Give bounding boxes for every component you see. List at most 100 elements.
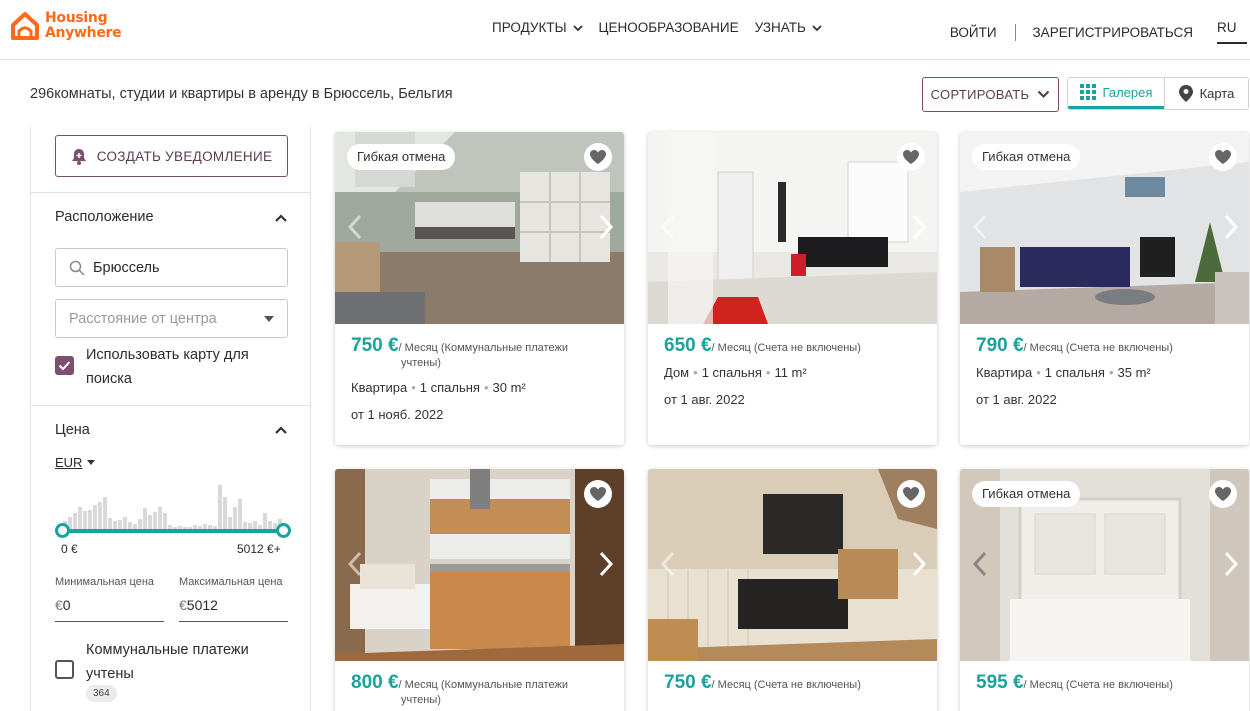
price-unit: / Месяц (Счета не включены)	[711, 342, 861, 354]
distance-select[interactable]: Расстояние от центра	[55, 299, 288, 338]
utilities-label-line-2: учтены	[86, 666, 134, 682]
price-line: 595 €/ Месяц (Счета не включены)	[976, 673, 1238, 693]
chevron-right-icon[interactable]	[1223, 551, 1239, 577]
chevron-right-icon[interactable]	[598, 551, 614, 577]
nav-pricing[interactable]: ЦЕНООБРАЗОВАНИЕ	[599, 20, 739, 35]
favorite-button[interactable]	[1209, 480, 1237, 508]
listing-photo[interactable]	[648, 132, 937, 324]
grid-icon	[1079, 84, 1096, 100]
min-price-currency: €	[55, 597, 63, 613]
listing-card[interactable]: 650 €/ Месяц (Счета не включены) Дом • 1 с…	[648, 132, 937, 445]
flexible-cancellation-badge: Гибкая отмена	[972, 481, 1081, 507]
price-slider-min-handle[interactable]	[55, 523, 70, 538]
listing-card[interactable]: Гибкая отмена 790 €/ Месяц (Счета не вкл…	[960, 132, 1249, 445]
chevron-right-icon[interactable]	[598, 214, 614, 240]
chevron-left-icon[interactable]	[660, 551, 676, 577]
logo[interactable]: Housing Anywhere	[10, 11, 122, 41]
min-price-label: Минимальная цена	[55, 576, 155, 588]
price-unit: / Месяц (Коммунальные платежи	[398, 342, 568, 354]
language-selector[interactable]: RU	[1217, 20, 1247, 44]
top-header: Housing Anywhere ПРОДУКТЫ ЦЕНООБРАЗОВАНИ…	[0, 0, 1250, 60]
listing-info: 800 €/ Месяц (Коммунальные платежи учтен…	[351, 673, 613, 708]
use-map-checkbox[interactable]	[55, 356, 74, 375]
listing-info: 750 €/ Месяц (Счета не включены)	[664, 672, 926, 693]
price-unit-line-2: учтены)	[401, 357, 441, 369]
chevron-up-icon[interactable]	[274, 423, 288, 437]
use-map-label-line-2: поиска	[86, 371, 132, 387]
listing-card[interactable]: Гибкая отмена 595 €/ Месяц (Счета не вкл…	[960, 469, 1249, 711]
min-price-input[interactable]: €0	[55, 594, 164, 622]
listing-photo[interactable]: Гибкая отмена	[960, 469, 1249, 661]
currency-selector[interactable]: EUR	[55, 455, 96, 470]
listing-card[interactable]: 800 €/ Месяц (Коммунальные платежи учтен…	[335, 469, 624, 711]
favorite-button[interactable]	[584, 143, 612, 171]
price-section-title: Цена	[55, 422, 90, 438]
utilities-label-line-1: Коммунальные платежи	[86, 642, 249, 658]
chevron-down-icon	[1038, 90, 1050, 99]
currency-value: EUR	[55, 455, 83, 470]
flexible-cancellation-badge: Гибкая отмена	[347, 144, 456, 170]
favorite-button[interactable]	[1209, 143, 1237, 171]
logo-text: Housing Anywhere	[45, 11, 122, 41]
dot-separator: •	[765, 365, 771, 380]
size: 30 m²	[492, 380, 526, 395]
chevron-left-icon[interactable]	[347, 214, 363, 240]
chevron-left-icon[interactable]	[347, 551, 363, 577]
map-pin-icon	[1178, 85, 1193, 102]
nav-learn[interactable]: УЗНАТЬ	[755, 20, 822, 35]
create-alert-label: СОЗДАТЬ УВЕДОМЛЕНИЕ	[96, 148, 273, 164]
favorite-button[interactable]	[897, 143, 925, 171]
chevron-left-icon[interactable]	[972, 214, 988, 240]
listing-specs: Квартира • 1 спальня • 35 m²	[976, 365, 1238, 380]
listing-photo[interactable]: Гибкая отмена	[335, 132, 624, 324]
listing-price: 750 €	[664, 672, 712, 693]
listing-photo[interactable]	[648, 469, 937, 661]
listing-specs: Дом • 1 спальня • 11 m²	[664, 365, 926, 380]
login-link[interactable]: ВОЙТИ	[950, 25, 997, 40]
checkmark-icon	[58, 361, 71, 371]
chevron-right-icon[interactable]	[911, 214, 927, 240]
create-alert-button[interactable]: СОЗДАТЬ УВЕДОМЛЕНИЕ	[55, 135, 288, 177]
heart-icon	[1215, 150, 1231, 164]
chevron-up-icon[interactable]	[274, 211, 288, 225]
gallery-view-label: Галерея	[1102, 84, 1153, 100]
gallery-view-button[interactable]: Галерея	[1068, 78, 1164, 109]
location-search-input[interactable]: Брюссель	[55, 248, 288, 287]
favorite-button[interactable]	[584, 480, 612, 508]
nav-learn-label: УЗНАТЬ	[754, 20, 806, 35]
listing-specs: Квартира • 1 спальня • 30 m²	[351, 380, 613, 395]
chevron-right-icon[interactable]	[1223, 214, 1239, 240]
sort-button[interactable]: СОРТИРОВАТЬ	[922, 77, 1059, 112]
price-slider-max-handle[interactable]	[276, 523, 291, 538]
nav-separator	[1014, 23, 1016, 41]
price-slider-track[interactable]	[63, 529, 284, 533]
dot-separator: •	[1036, 365, 1041, 380]
chevron-left-icon[interactable]	[660, 214, 676, 240]
price-histogram	[63, 485, 282, 532]
listing-photo[interactable]: Гибкая отмена	[960, 132, 1249, 324]
divider	[31, 192, 310, 193]
location-search-value: Брюссель	[93, 259, 160, 276]
bell-icon	[71, 148, 86, 165]
favorite-button[interactable]	[897, 480, 925, 508]
location-section-title: Расположение	[55, 209, 154, 225]
price-unit: / Месяц (Коммунальные платежи	[398, 679, 568, 691]
utilities-included-label: Коммунальные платежи учтены	[86, 638, 249, 686]
listing-card[interactable]: Гибкая отмена 750 €/ Месяц (Коммунальные…	[335, 132, 624, 445]
map-view-button[interactable]: Карта	[1163, 78, 1248, 109]
max-price-input[interactable]: €5012	[179, 594, 288, 622]
nav-products[interactable]: ПРОДУКТЫ	[492, 20, 583, 35]
register-link[interactable]: ЗАРЕГИСТРИРОВАТЬСЯ	[1033, 25, 1193, 40]
listing-info: 595 €/ Месяц (Счета не включены)	[976, 673, 1238, 693]
listing-price: 790 €	[976, 335, 1024, 356]
listing-price: 650 €	[664, 335, 712, 356]
chevron-right-icon[interactable]	[911, 551, 927, 577]
price-line: 650 €/ Месяц (Счета не включены)	[664, 335, 926, 356]
chevron-left-icon[interactable]	[972, 551, 988, 577]
chevron-down-icon	[812, 24, 822, 31]
min-price-value: 0	[62, 597, 71, 613]
listing-card[interactable]: 750 €/ Месяц (Счета не включены)	[648, 469, 937, 711]
listing-photo[interactable]	[335, 469, 624, 661]
listing-price: 750 €	[351, 335, 399, 356]
utilities-included-checkbox[interactable]	[55, 660, 74, 679]
